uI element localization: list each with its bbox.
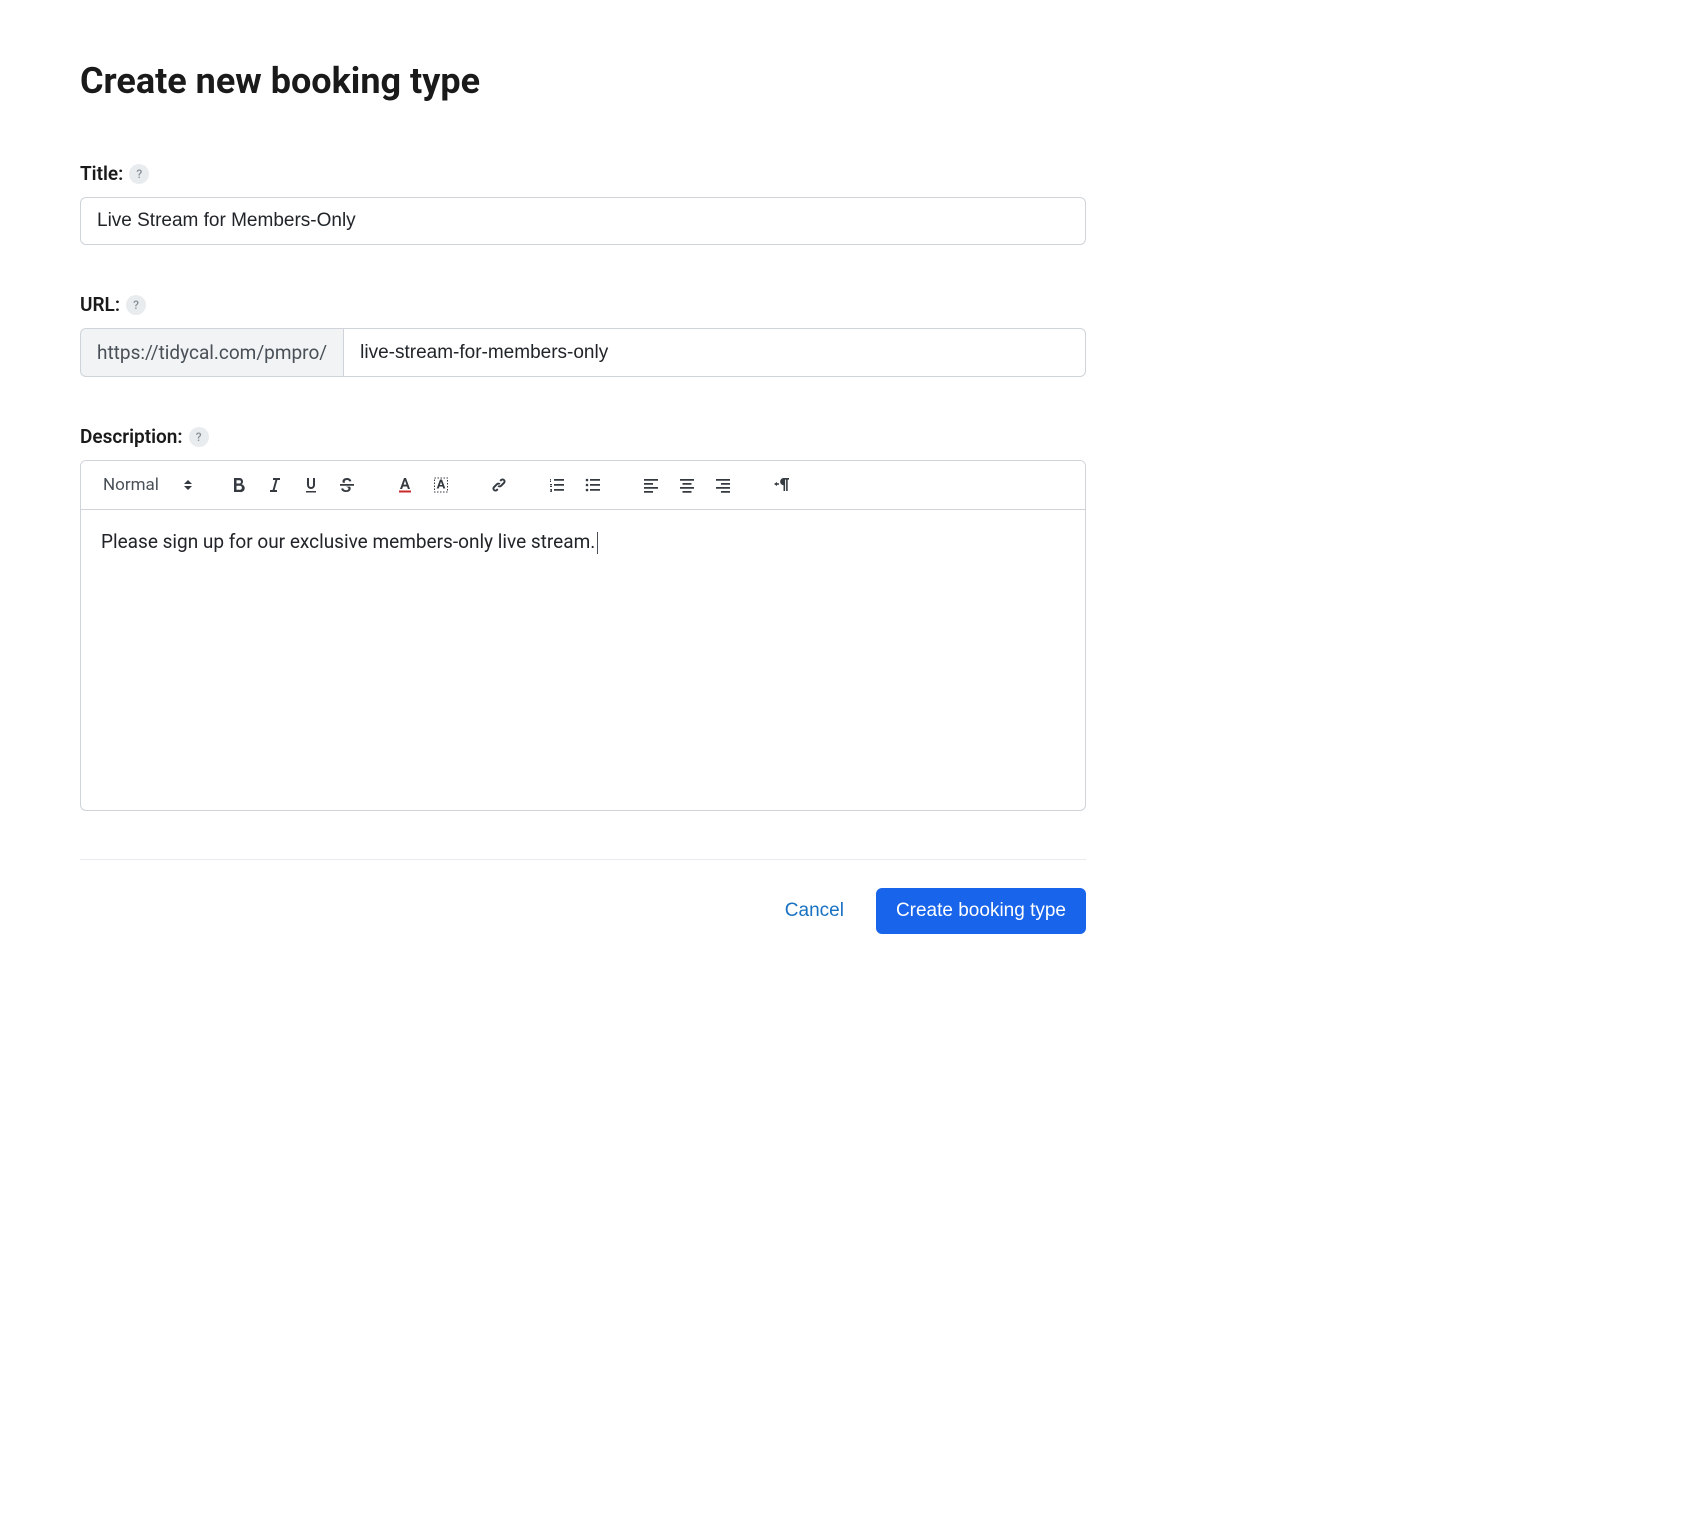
ordered-list-button[interactable] xyxy=(541,469,573,501)
description-field-group: Description: ? Normal xyxy=(80,425,1086,811)
text-direction-button[interactable] xyxy=(765,469,797,501)
url-slug-input[interactable] xyxy=(343,328,1086,377)
description-content-text: Please sign up for our exclusive members… xyxy=(101,530,595,553)
align-left-icon xyxy=(642,476,660,494)
title-label: Title: ? xyxy=(80,162,1086,185)
italic-button[interactable] xyxy=(259,469,291,501)
align-center-icon xyxy=(678,476,696,494)
description-label-text: Description: xyxy=(80,425,183,448)
align-right-button[interactable] xyxy=(707,469,739,501)
rich-text-editor: Normal xyxy=(80,460,1086,811)
url-input-group: https://tidycal.com/pmpro/ xyxy=(80,328,1086,377)
url-prefix: https://tidycal.com/pmpro/ xyxy=(80,328,343,377)
page-title: Create new booking type xyxy=(80,60,1086,102)
link-button[interactable] xyxy=(483,469,515,501)
help-icon[interactable]: ? xyxy=(189,427,209,447)
link-icon xyxy=(489,475,509,495)
cancel-button[interactable]: Cancel xyxy=(777,890,852,932)
description-label: Description: ? xyxy=(80,425,1086,448)
highlight-icon xyxy=(432,476,450,494)
title-input[interactable] xyxy=(80,197,1086,245)
form-actions: Cancel Create booking type xyxy=(80,888,1086,934)
url-label-text: URL: xyxy=(80,293,120,316)
editor-toolbar: Normal xyxy=(81,461,1085,510)
help-icon[interactable]: ? xyxy=(129,164,149,184)
bold-icon xyxy=(230,476,248,494)
format-dropdown-label: Normal xyxy=(103,475,159,495)
bold-button[interactable] xyxy=(223,469,255,501)
text-color-button[interactable] xyxy=(389,469,421,501)
strikethrough-icon xyxy=(338,476,356,494)
title-label-text: Title: xyxy=(80,162,123,185)
ordered-list-icon xyxy=(548,476,566,494)
underline-button[interactable] xyxy=(295,469,327,501)
url-field-group: URL: ? https://tidycal.com/pmpro/ xyxy=(80,293,1086,377)
align-center-button[interactable] xyxy=(671,469,703,501)
italic-icon xyxy=(266,476,284,494)
highlight-button[interactable] xyxy=(425,469,457,501)
chevron-updown-icon xyxy=(183,479,193,491)
align-left-button[interactable] xyxy=(635,469,667,501)
description-textarea[interactable]: Please sign up for our exclusive members… xyxy=(81,510,1085,810)
format-dropdown[interactable]: Normal xyxy=(95,471,201,499)
align-right-icon xyxy=(714,476,732,494)
pilcrow-icon xyxy=(771,476,791,494)
text-cursor xyxy=(597,532,598,554)
url-label: URL: ? xyxy=(80,293,1086,316)
divider xyxy=(80,859,1086,860)
unordered-list-icon xyxy=(584,476,602,494)
unordered-list-button[interactable] xyxy=(577,469,609,501)
help-icon[interactable]: ? xyxy=(126,295,146,315)
create-booking-type-button[interactable]: Create booking type xyxy=(876,888,1086,934)
text-color-icon xyxy=(396,476,414,494)
title-field-group: Title: ? xyxy=(80,162,1086,245)
strikethrough-button[interactable] xyxy=(331,469,363,501)
underline-icon xyxy=(302,476,320,494)
